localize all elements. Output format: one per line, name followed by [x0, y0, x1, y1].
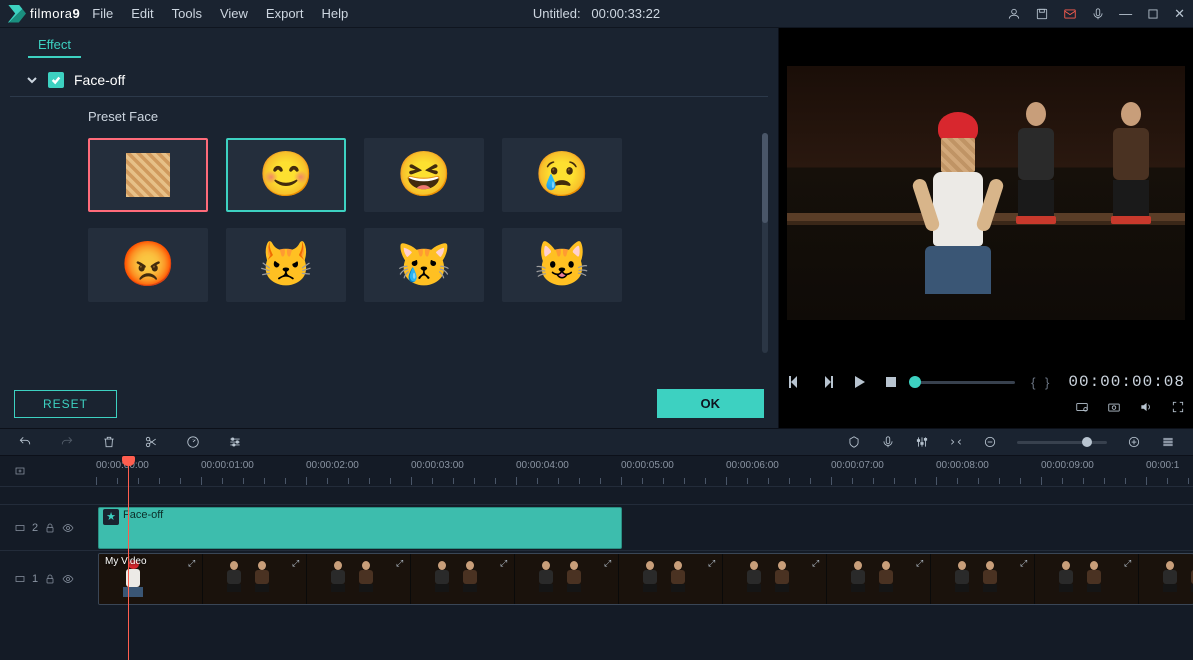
fullscreen-icon[interactable]	[1171, 400, 1185, 414]
preset-sad-tear[interactable]: 😢	[502, 138, 622, 212]
voiceover-icon[interactable]	[881, 435, 895, 449]
prev-frame-icon[interactable]	[787, 374, 803, 390]
speed-icon[interactable]	[186, 435, 200, 449]
lock-icon[interactable]	[44, 573, 56, 585]
playhead[interactable]	[128, 456, 129, 660]
ruler-tick: 00:00:02:00	[306, 460, 359, 471]
preset-cat-angry[interactable]: 😾	[226, 228, 346, 302]
app-name: filmora9	[30, 6, 80, 21]
menu-bar: filmora9 File Edit Tools View Export Hel…	[0, 0, 1193, 28]
delete-icon[interactable]	[102, 435, 116, 449]
redo-icon[interactable]	[60, 435, 74, 449]
zoom-slider[interactable]	[1017, 441, 1107, 444]
ruler-tick: 00:00:04:00	[516, 460, 569, 471]
title-bar: Untitled: 00:00:33:22	[533, 6, 660, 21]
zoom-in-icon[interactable]	[1127, 435, 1141, 449]
lock-icon[interactable]	[44, 522, 56, 534]
time-ruler[interactable]: 00:00:00:0000:00:01:0000:00:02:0000:00:0…	[96, 456, 1193, 486]
reset-button[interactable]: RESET	[14, 390, 117, 418]
panel-tabs: Effect	[0, 28, 778, 58]
ruler-tick: 00:00:05:00	[621, 460, 674, 471]
ok-button[interactable]: OK	[657, 389, 765, 418]
face-off-checkbox[interactable]	[48, 72, 64, 88]
preview-viewport[interactable]	[787, 66, 1185, 320]
preset-laugh-squint[interactable]: 😆	[364, 138, 484, 212]
preset-cat-wink[interactable]: 😺	[502, 228, 622, 302]
visibility-icon[interactable]	[62, 522, 74, 534]
logo-icon	[8, 5, 26, 23]
ruler-tick: 00:00:09:00	[1041, 460, 1094, 471]
clip-my-video[interactable]: My Video ⤢ ⤢ ⤢ ⤢ ⤢ ⤢ ⤢ ⤢ ⤢ ⤢ ⤢	[98, 553, 1193, 605]
video-track-icon	[14, 573, 26, 585]
fx-track-icon	[14, 522, 26, 534]
menu-edit[interactable]: Edit	[131, 6, 153, 21]
visibility-icon[interactable]	[62, 573, 74, 585]
zoom-fit-icon[interactable]	[949, 435, 963, 449]
mic-icon[interactable]	[1091, 7, 1105, 21]
ruler-tick: 00:00:01:00	[201, 460, 254, 471]
message-icon[interactable]	[1063, 7, 1077, 21]
snapshot-icon[interactable]	[1107, 400, 1121, 414]
tab-effect[interactable]: Effect	[28, 31, 81, 58]
menu-view[interactable]: View	[220, 6, 248, 21]
ruler-tick: 00:00:03:00	[411, 460, 464, 471]
timeline: 00:00:00:0000:00:01:0000:00:02:0000:00:0…	[0, 456, 1193, 660]
volume-icon[interactable]	[1139, 400, 1153, 414]
quality-icon[interactable]	[1075, 400, 1089, 414]
window-close-icon[interactable]: ✕	[1174, 6, 1185, 22]
menu-tools[interactable]: Tools	[172, 6, 202, 21]
menu-help[interactable]: Help	[322, 6, 349, 21]
menu-export[interactable]: Export	[266, 6, 304, 21]
preview-timecode: 00:00:00:08	[1068, 373, 1185, 391]
brackets-label[interactable]: { }	[1031, 375, 1052, 390]
project-duration: 00:00:33:22	[591, 6, 660, 21]
section-face-off-label: Face-off	[74, 72, 125, 88]
ruler-tick: 00:00:08:00	[936, 460, 989, 471]
chevron-down-icon[interactable]	[26, 74, 38, 86]
play-icon[interactable]	[851, 374, 867, 390]
marker-icon[interactable]	[847, 435, 861, 449]
window-minimize-icon[interactable]: —	[1119, 6, 1132, 21]
next-frame-icon[interactable]	[819, 374, 835, 390]
preset-smile-blush[interactable]: 😊	[226, 138, 346, 212]
preview-subject	[898, 112, 1018, 312]
clip-my-video-label: My Video	[105, 556, 147, 567]
save-icon[interactable]	[1035, 7, 1049, 21]
project-name: Untitled:	[533, 6, 581, 21]
clip-fx-icon: ★	[103, 509, 119, 525]
preset-scrollbar[interactable]	[762, 133, 768, 353]
zoom-out-icon[interactable]	[983, 435, 997, 449]
split-icon[interactable]	[144, 435, 158, 449]
adjust-icon[interactable]	[228, 435, 242, 449]
preset-mosaic[interactable]	[88, 138, 208, 212]
preset-cat-cry[interactable]: 😿	[364, 228, 484, 302]
video-track-number: 1	[32, 573, 38, 585]
clip-face-off-label: Face-off	[123, 509, 163, 521]
undo-icon[interactable]	[18, 435, 32, 449]
ruler-tick: 00:00:07:00	[831, 460, 884, 471]
account-icon[interactable]	[1007, 7, 1021, 21]
preset-face-title: Preset Face	[88, 109, 748, 124]
preview-seek-slider[interactable]	[915, 381, 1015, 384]
window-maximize-icon[interactable]	[1146, 7, 1160, 21]
manage-tracks-icon[interactable]	[1161, 435, 1175, 449]
clip-face-off[interactable]: ★ Face-off	[98, 507, 622, 549]
menu-file[interactable]: File	[92, 6, 113, 21]
add-track-icon[interactable]	[14, 465, 26, 477]
fx-track-number: 2	[32, 522, 38, 534]
ruler-tick: 00:00:06:00	[726, 460, 779, 471]
preset-angry-red[interactable]: 😡	[88, 228, 208, 302]
mixer-icon[interactable]	[915, 435, 929, 449]
ruler-tick: 00:00:1	[1146, 460, 1179, 471]
app-logo: filmora9	[8, 5, 80, 23]
stop-icon[interactable]	[883, 374, 899, 390]
